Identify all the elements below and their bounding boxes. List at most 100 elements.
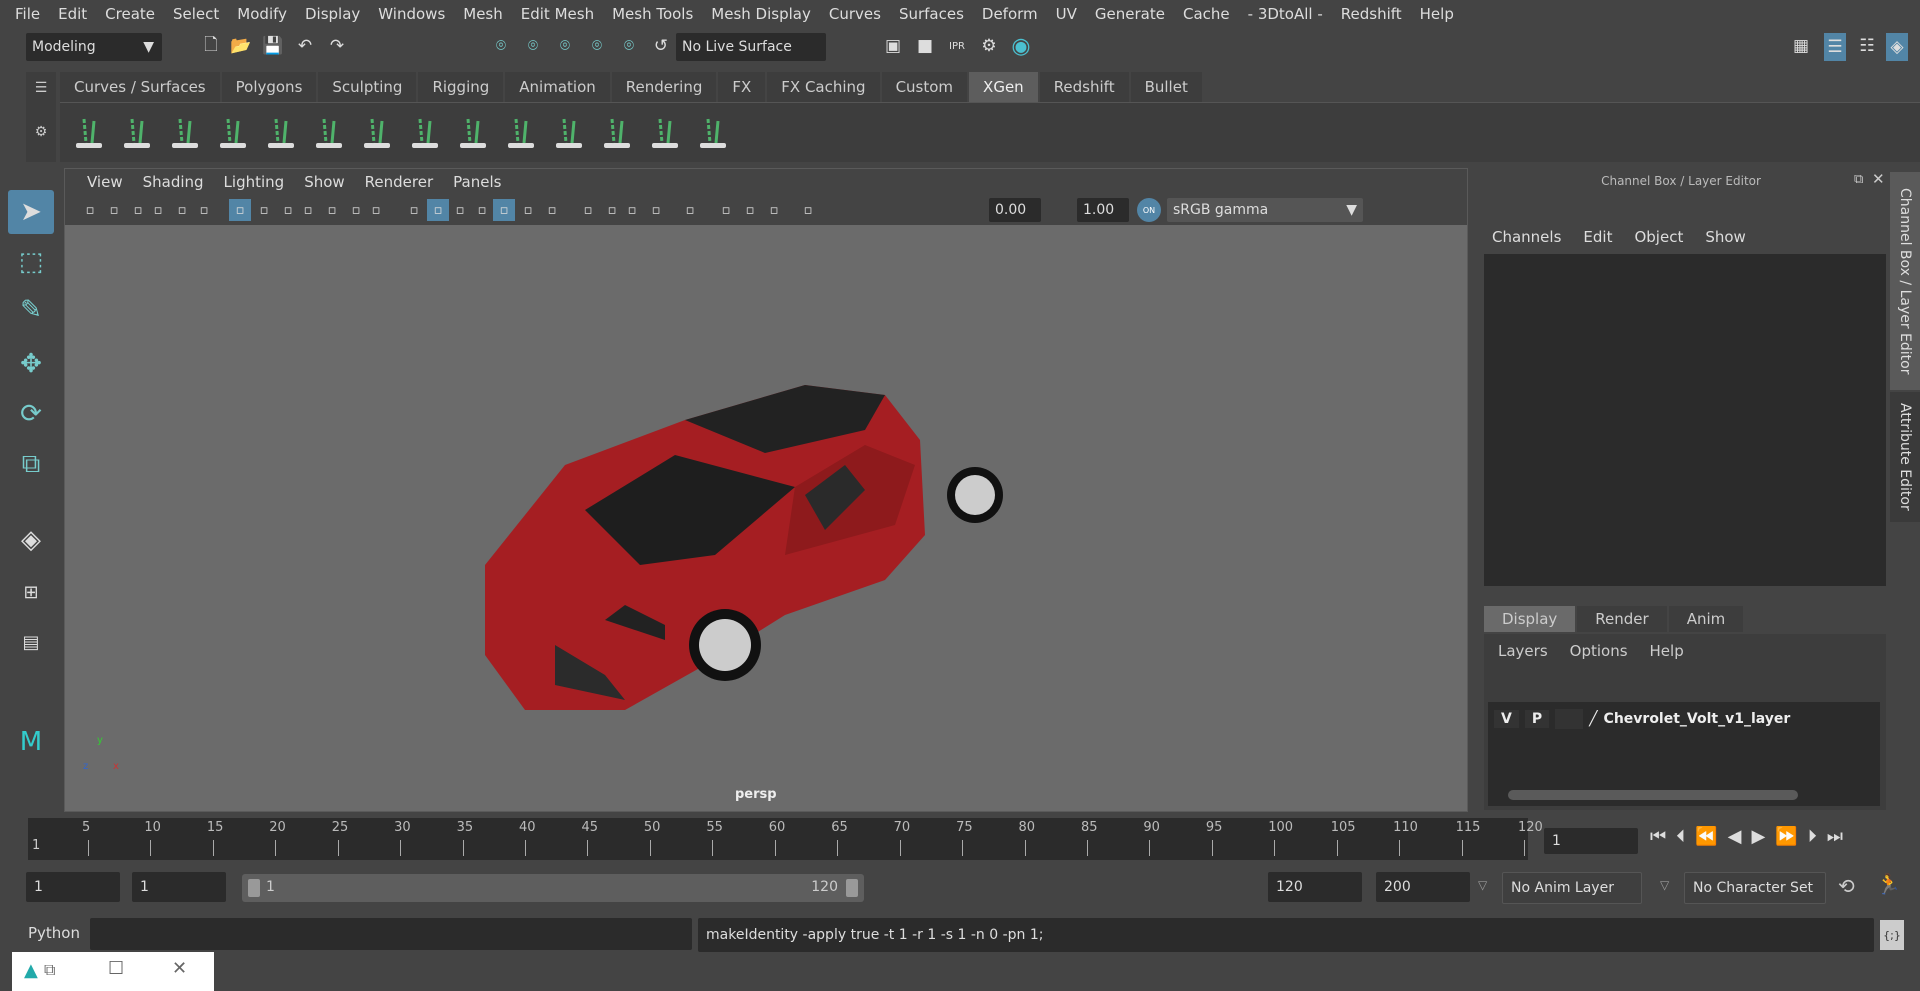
wireframe-shaded-icon[interactable]: ▫ xyxy=(403,199,425,221)
new-scene-icon[interactable]: 🗋 xyxy=(200,35,222,57)
open-scene-icon[interactable]: 📂 xyxy=(230,35,252,57)
anti-aliasing-icon[interactable]: ▫ xyxy=(601,199,623,221)
camera-icon[interactable]: ▫ xyxy=(79,199,101,221)
use-lights-icon[interactable]: ▫ xyxy=(493,199,515,221)
menu-redshift[interactable]: Redshift xyxy=(1332,5,1411,23)
wireframe-icon[interactable]: ▫ xyxy=(229,199,251,221)
exposure-icon[interactable]: ▫ xyxy=(763,199,785,221)
shelf-tab-curves-surfaces[interactable]: Curves / Surfaces xyxy=(60,72,220,102)
start-time-field[interactable]: 1 xyxy=(26,872,120,902)
visibility-toggle[interactable]: V xyxy=(1494,710,1519,728)
perspective-view[interactable]: y z x persp xyxy=(65,225,1467,811)
shelf-tab-sculpting[interactable]: Sculpting xyxy=(318,72,417,102)
step-back-icon[interactable]: ⏴ xyxy=(1676,826,1685,847)
shelf-tab-polygons[interactable]: Polygons xyxy=(221,72,317,102)
float-panel-icon[interactable]: ⧉ xyxy=(1854,172,1863,187)
menu-mesh-display[interactable]: Mesh Display xyxy=(702,5,820,23)
grid-toggle-icon[interactable]: ▫ xyxy=(171,199,193,221)
shelf-tab-redshift[interactable]: Redshift xyxy=(1039,72,1129,102)
lock-guide-icon[interactable] xyxy=(406,113,444,153)
menu-display[interactable]: Display xyxy=(296,5,369,23)
channel-menu-object[interactable]: Object xyxy=(1634,228,1683,246)
sculpt-guides-icon[interactable] xyxy=(598,113,636,153)
image-plane-icon[interactable]: ▫ xyxy=(147,199,169,221)
menu-help[interactable]: Help xyxy=(1411,5,1463,23)
render-settings-icon[interactable]: ⚙ xyxy=(978,35,1000,57)
layer-menu-help[interactable]: Help xyxy=(1650,642,1684,660)
script-editor-icon[interactable]: {;} xyxy=(1880,920,1904,950)
guides-length-icon[interactable] xyxy=(454,113,492,153)
viewport-menu-renderer[interactable]: Renderer xyxy=(355,173,443,191)
bookmark-icon[interactable]: ▫ xyxy=(127,199,149,221)
textured-icon[interactable]: ▫ xyxy=(471,199,493,221)
time-slider[interactable]: 1 5 10 15 20 25 30 35 40 45 50 55 60 65 70 75 80 85 90 95 1… xyxy=(28,818,1543,860)
xgen-clear-icon[interactable] xyxy=(166,113,204,153)
layer-tab-render[interactable]: Render xyxy=(1577,606,1667,632)
attribute-editor-toggle-icon[interactable]: ☰ xyxy=(1824,33,1846,61)
exposure-field[interactable]: 0.00 xyxy=(989,198,1041,222)
ssao-icon[interactable]: ▫ xyxy=(541,199,563,221)
render-view-icon[interactable]: ▣ xyxy=(882,35,904,57)
menu-uv[interactable]: UV xyxy=(1047,5,1086,23)
play-backward-icon[interactable]: ◀ xyxy=(1728,826,1742,847)
menu-edit-mesh[interactable]: Edit Mesh xyxy=(512,5,603,23)
menu-file[interactable]: File xyxy=(6,5,49,23)
gamma-field[interactable]: 1.00 xyxy=(1077,198,1129,222)
isolate-select-icon[interactable]: ▫ xyxy=(645,199,667,221)
menu-mesh[interactable]: Mesh xyxy=(454,5,512,23)
convert-icon[interactable] xyxy=(502,113,540,153)
go-to-end-icon[interactable]: ⏭ xyxy=(1827,826,1843,847)
viewport-menu-show[interactable]: Show xyxy=(294,173,354,191)
command-language-toggle[interactable]: Python xyxy=(28,924,80,942)
gate-mask-icon[interactable]: ▫ xyxy=(297,199,319,221)
layer-menu-options[interactable]: Options xyxy=(1570,642,1628,660)
close-icon[interactable]: ✕ xyxy=(172,958,187,979)
lasso-tool-icon[interactable]: ⬚ xyxy=(8,240,54,284)
menu-generate[interactable]: Generate xyxy=(1086,5,1174,23)
shelf-tab-xgen[interactable]: XGen xyxy=(969,72,1038,102)
layer-row[interactable]: V P ╱ Chevrolet_Volt_v1_layer xyxy=(1494,706,1874,732)
command-input[interactable] xyxy=(90,918,692,950)
current-frame-field[interactable]: 1 xyxy=(1544,828,1638,854)
channel-box-toggle-icon[interactable]: ◈ xyxy=(1886,33,1908,61)
hypershade-icon[interactable]: ◉ xyxy=(1010,34,1032,59)
depth-of-field-icon[interactable]: ▫ xyxy=(621,199,643,221)
place-guides-icon[interactable] xyxy=(262,113,300,153)
redo-icon[interactable]: ↷ xyxy=(326,35,348,57)
horizontal-scrollbar[interactable] xyxy=(1508,790,1798,800)
close-panel-icon[interactable]: ✕ xyxy=(1872,170,1885,188)
smooth-shade-icon[interactable]: ▫ xyxy=(427,199,449,221)
snap-grid-icon[interactable]: ⌾ xyxy=(490,35,512,57)
display-type-toggle[interactable] xyxy=(1555,709,1584,729)
restore-icon[interactable]: ⧉ xyxy=(44,960,55,980)
field-chart-icon[interactable]: ▫ xyxy=(321,199,343,221)
shelf-tab-fx-caching[interactable]: FX Caching xyxy=(767,72,880,102)
xray-active-icon[interactable]: ▫ xyxy=(715,199,737,221)
menu-3dtoall[interactable]: - 3DtoAll - xyxy=(1239,5,1332,23)
film-gate-icon[interactable]: ▫ xyxy=(253,199,275,221)
shelf-settings-icon[interactable]: ⚙ xyxy=(26,124,56,140)
tab-attribute-editor[interactable]: Attribute Editor xyxy=(1890,392,1920,522)
layer-tab-display[interactable]: Display xyxy=(1484,606,1576,632)
four-view-layout-icon[interactable]: ⊞ xyxy=(8,570,54,614)
safe-title-icon[interactable]: ▫ xyxy=(365,199,387,221)
render-frame-icon[interactable]: ■ xyxy=(914,35,936,57)
tool-settings-icon[interactable]: ☷ xyxy=(1856,35,1878,57)
snap-live-icon[interactable]: ↺ xyxy=(650,35,672,57)
motion-blur-icon[interactable]: ▫ xyxy=(577,199,599,221)
maximize-icon[interactable]: ☐ xyxy=(108,958,124,979)
layer-name[interactable]: Chevrolet_Volt_v1_layer xyxy=(1604,711,1791,727)
menu-select[interactable]: Select xyxy=(164,5,228,23)
go-to-start-icon[interactable]: ⏮ xyxy=(1650,826,1666,847)
range-end-handle[interactable] xyxy=(846,879,858,897)
rebuild-icon[interactable] xyxy=(550,113,588,153)
select-tool-icon[interactable]: ➤ xyxy=(8,190,54,234)
color-space-dropdown[interactable]: sRGB gamma ▼ xyxy=(1167,198,1363,222)
snap-point-icon[interactable]: ⌾ xyxy=(554,35,576,57)
anim-layer-dropdown[interactable]: No Anim Layer xyxy=(1502,872,1642,904)
menu-create[interactable]: Create xyxy=(96,5,164,23)
menu-edit[interactable]: Edit xyxy=(49,5,96,23)
snap-curve-icon[interactable]: ⌾ xyxy=(522,35,544,57)
anim-end-field[interactable]: 120 xyxy=(1268,872,1362,902)
shadows-icon[interactable]: ▫ xyxy=(517,199,539,221)
